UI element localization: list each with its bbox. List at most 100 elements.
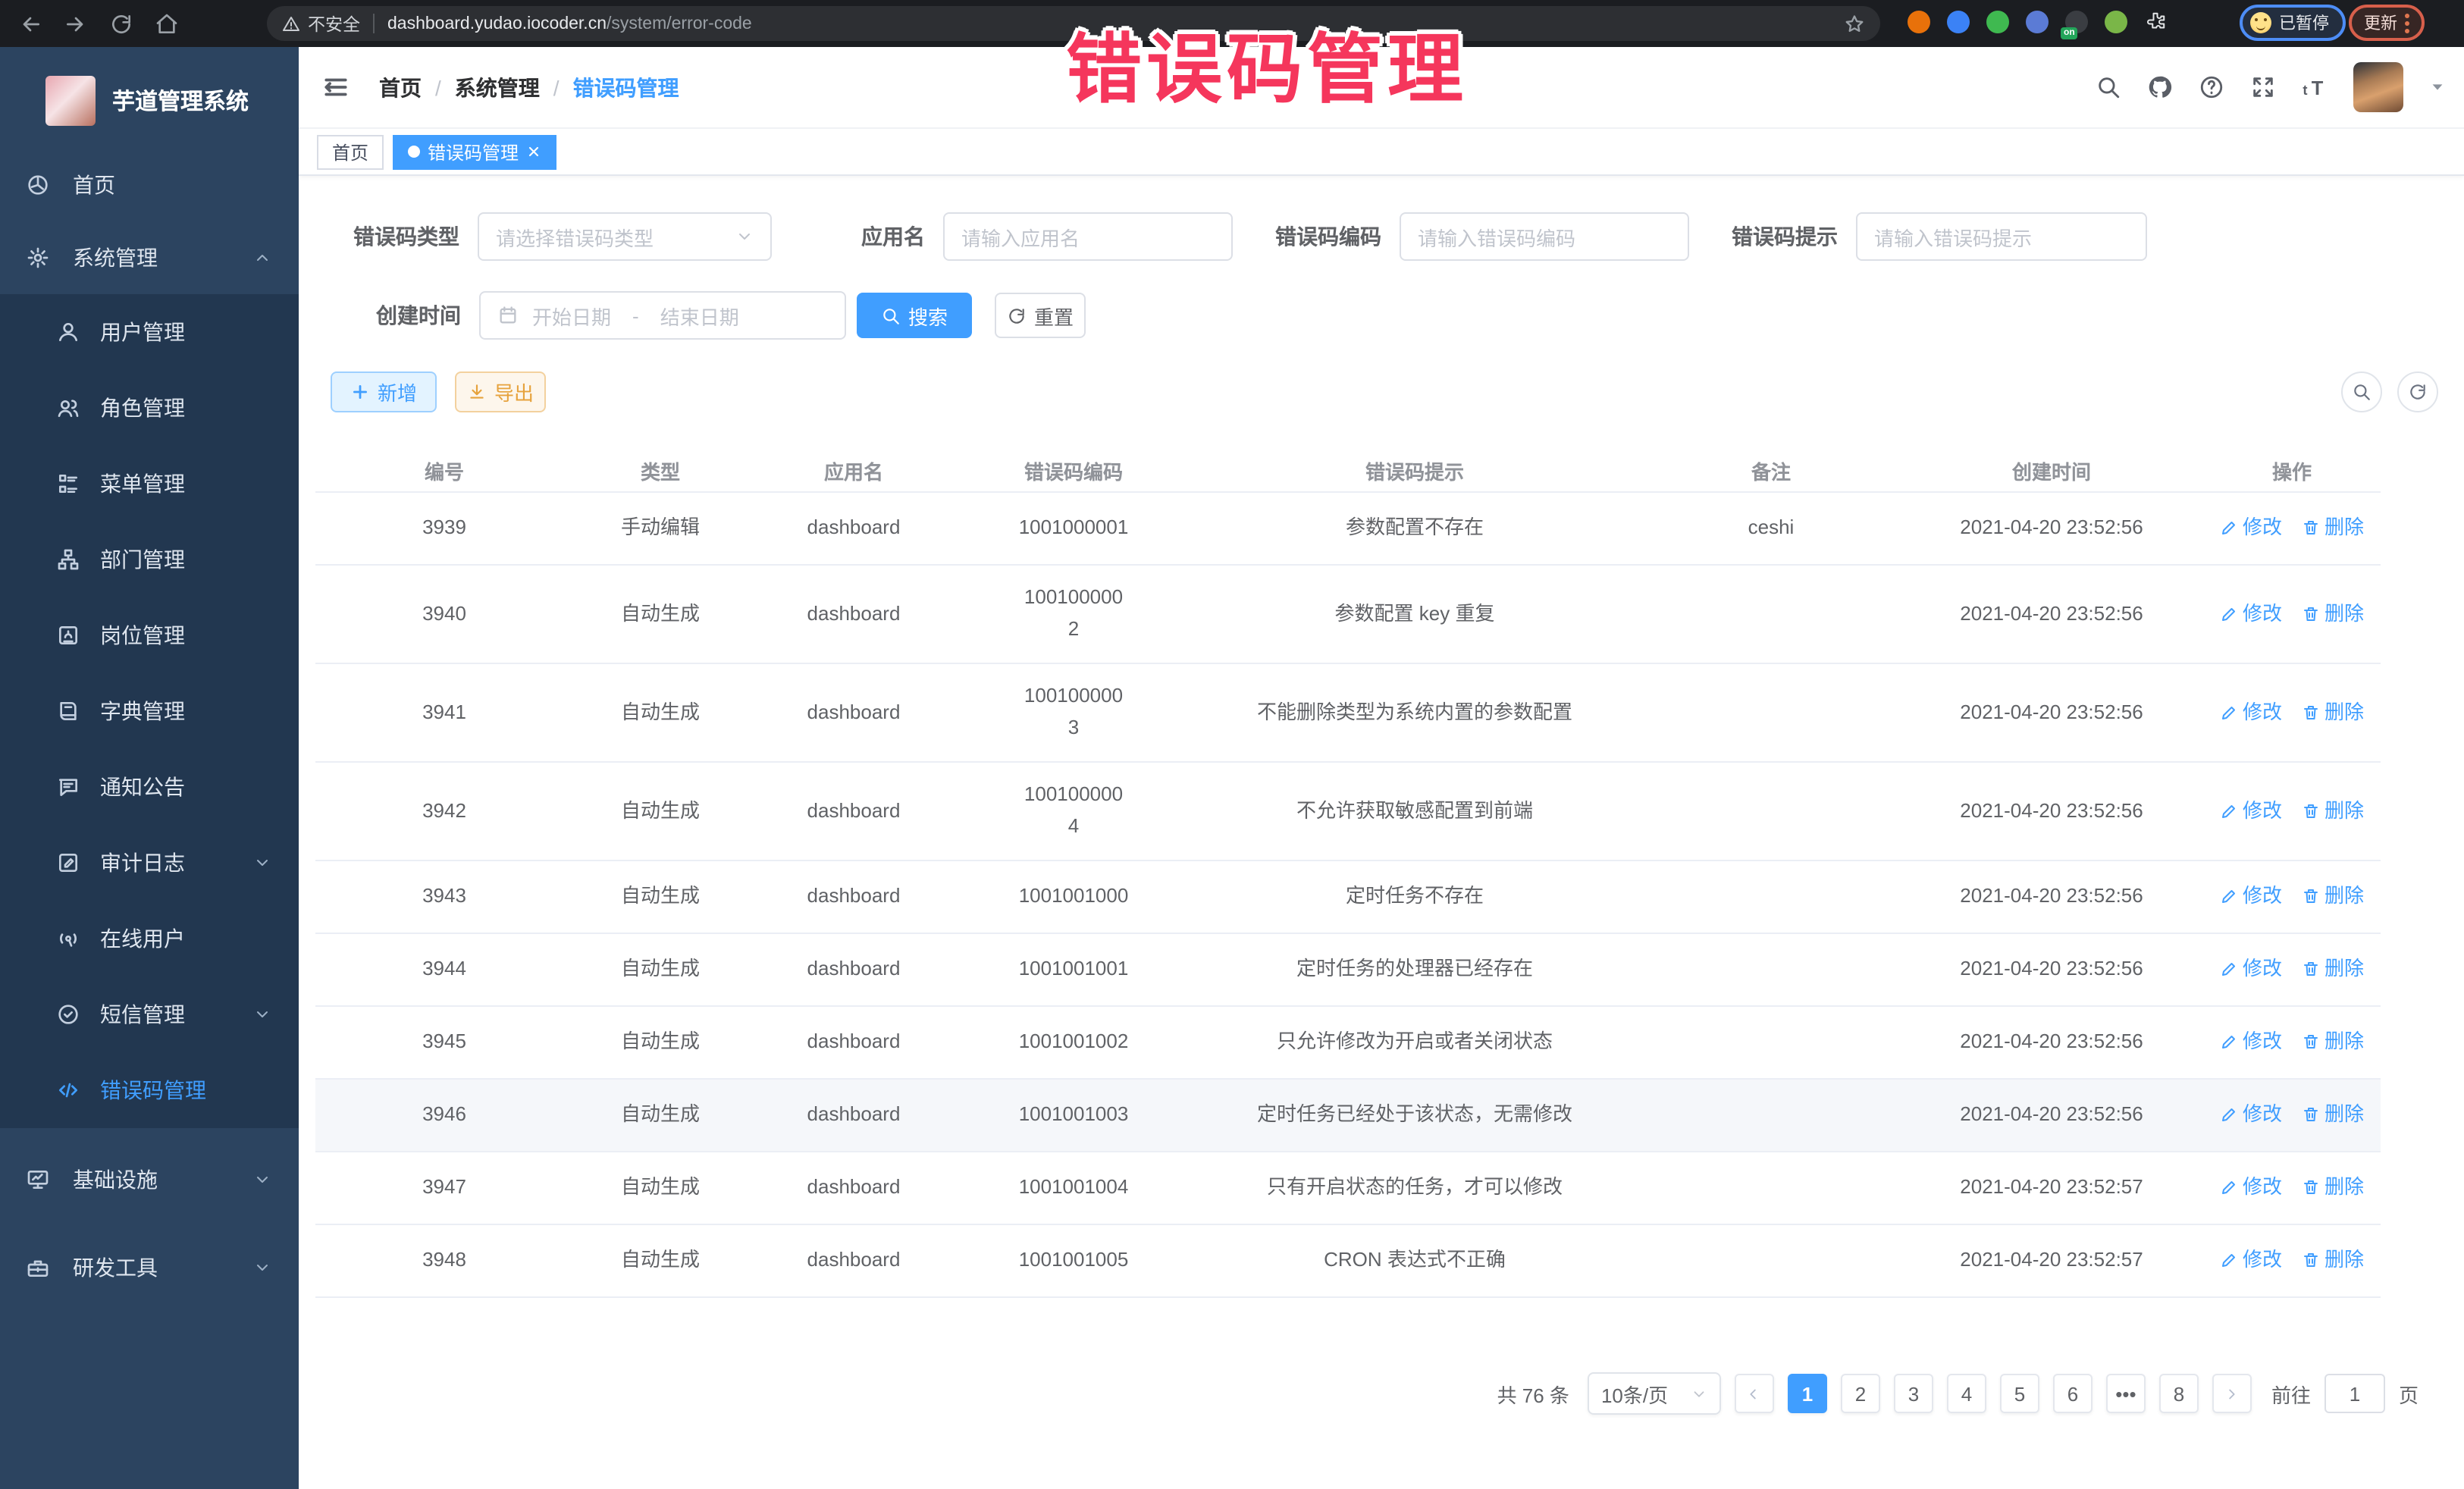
prev-page-button[interactable]	[1735, 1374, 1774, 1413]
page-button-1[interactable]: 1	[1788, 1374, 1827, 1413]
sidebar-item-岗位管理[interactable]: 岗位管理	[0, 597, 299, 673]
edit-link[interactable]: 修改	[2220, 1099, 2282, 1131]
page-button-4[interactable]: 4	[1947, 1374, 1986, 1413]
edit-icon	[2220, 1179, 2238, 1197]
search-icon[interactable]	[2096, 74, 2121, 100]
trash-icon	[2302, 802, 2320, 820]
sidebar-item-通知公告[interactable]: 通知公告	[0, 749, 299, 825]
sidebar-item-系统管理[interactable]: 系统管理	[0, 221, 299, 294]
export-button[interactable]: 导出	[455, 371, 546, 412]
extension-orange-icon[interactable]	[1908, 11, 1930, 33]
extension-row: on	[1908, 11, 2167, 33]
app-name-input[interactable]: 请输入应用名	[943, 212, 1233, 261]
help-icon[interactable]	[2199, 74, 2224, 100]
cell-app: dashboard	[748, 598, 960, 630]
update-button[interactable]: 更新	[2349, 5, 2425, 41]
edit-link[interactable]: 修改	[2220, 1172, 2282, 1204]
bookmark-star-icon[interactable]	[1844, 13, 1865, 34]
extension-grid-icon[interactable]	[2026, 11, 2049, 33]
goto-page-input[interactable]: 1	[2324, 1374, 2385, 1413]
breadcrumb-item[interactable]: 首页	[379, 72, 422, 102]
edit-link[interactable]: 修改	[2220, 954, 2282, 986]
delete-link[interactable]: 删除	[2302, 598, 2364, 630]
sidebar-item-部门管理[interactable]: 部门管理	[0, 522, 299, 597]
sidebar-item-基础设施[interactable]: 基础设施	[0, 1143, 299, 1216]
sidebar-item-在线用户[interactable]: 在线用户	[0, 901, 299, 976]
user-icon	[56, 320, 80, 344]
page-button-8[interactable]: 8	[2159, 1374, 2199, 1413]
sidebar-item-错误码管理[interactable]: 错误码管理	[0, 1052, 299, 1128]
github-icon[interactable]	[2147, 74, 2173, 100]
forward-icon[interactable]	[64, 11, 88, 36]
delete-link[interactable]: 删除	[2302, 697, 2364, 729]
search-button[interactable]: 搜索	[857, 293, 972, 338]
sidebar-logo[interactable]: 芋道管理系统	[0, 47, 299, 135]
error-code-input[interactable]: 请输入错误码编码	[1400, 212, 1689, 261]
reload-icon[interactable]	[109, 11, 133, 36]
delete-link[interactable]: 删除	[2302, 881, 2364, 913]
delete-link-label: 删除	[2324, 1172, 2364, 1204]
delete-link[interactable]: 删除	[2302, 1245, 2364, 1277]
edit-link[interactable]: 修改	[2220, 795, 2282, 827]
extension-key-icon[interactable]	[2105, 11, 2127, 33]
sidebar-item-审计日志[interactable]: 审计日志	[0, 825, 299, 901]
user-avatar[interactable]	[2353, 62, 2403, 112]
refresh-table-button[interactable]	[2397, 371, 2438, 412]
pager-ellipsis[interactable]: •••	[2106, 1374, 2146, 1413]
page-button-6[interactable]: 6	[2053, 1374, 2093, 1413]
next-page-button[interactable]	[2212, 1374, 2252, 1413]
delete-link[interactable]: 删除	[2302, 513, 2364, 544]
page-button-2[interactable]: 2	[1841, 1374, 1880, 1413]
sidebar-item-用户管理[interactable]: 用户管理	[0, 294, 299, 370]
sidebar-submenu: 用户管理角色管理菜单管理部门管理岗位管理字典管理通知公告审计日志在线用户短信管理…	[0, 294, 299, 1128]
sidebar-item-角色管理[interactable]: 角色管理	[0, 370, 299, 446]
sidebar: 芋道管理系统 首页系统管理用户管理角色管理菜单管理部门管理岗位管理字典管理通知公…	[0, 47, 299, 1489]
toggle-search-button[interactable]	[2341, 371, 2382, 412]
page-button-5[interactable]: 5	[2000, 1374, 2039, 1413]
extension-switch-icon[interactable]: on	[2065, 11, 2088, 33]
sidebar-item-研发工具[interactable]: 研发工具	[0, 1231, 299, 1304]
tab-首页[interactable]: 首页	[317, 134, 384, 169]
breadcrumb-item[interactable]: 错误码管理	[573, 72, 679, 102]
delete-link[interactable]: 删除	[2302, 1027, 2364, 1058]
fullscreen-icon[interactable]	[2250, 74, 2276, 100]
kebab-menu-icon[interactable]	[2405, 13, 2409, 33]
edit-link[interactable]: 修改	[2220, 881, 2282, 913]
sidebar-item-菜单管理[interactable]: 菜单管理	[0, 446, 299, 522]
sidebar-item-首页[interactable]: 首页	[0, 149, 299, 221]
paused-extension-pill[interactable]: 已暂停	[2240, 5, 2346, 41]
sidebar-item-短信管理[interactable]: 短信管理	[0, 976, 299, 1052]
edit-link[interactable]: 修改	[2220, 598, 2282, 630]
cell-app: dashboard	[748, 1245, 960, 1277]
cell-actions: 修改删除	[2203, 697, 2381, 729]
edit-link[interactable]: 修改	[2220, 1245, 2282, 1277]
home-icon[interactable]	[155, 11, 179, 36]
error-hint-input[interactable]: 请输入错误码提示	[1856, 212, 2147, 261]
back-icon[interactable]	[18, 11, 42, 36]
edit-link[interactable]: 修改	[2220, 513, 2282, 544]
error-type-select[interactable]: 请选择错误码类型	[478, 212, 772, 261]
page-button-3[interactable]: 3	[1894, 1374, 1933, 1413]
font-size-icon[interactable]: tT	[2302, 74, 2328, 100]
delete-link[interactable]: 删除	[2302, 795, 2364, 827]
caret-down-icon[interactable]	[2429, 79, 2446, 96]
hamburger-icon[interactable]	[321, 73, 350, 102]
page-size-select[interactable]: 10条/页	[1588, 1372, 1721, 1415]
delete-link[interactable]: 删除	[2302, 1099, 2364, 1131]
tab-错误码管理[interactable]: 错误码管理	[393, 134, 556, 169]
extension-vue-devtools-icon[interactable]	[1986, 11, 2009, 33]
extensions-puzzle-icon[interactable]	[2144, 11, 2167, 33]
sidebar-item-字典管理[interactable]: 字典管理	[0, 673, 299, 749]
trash-icon	[2302, 961, 2320, 979]
delete-link[interactable]: 删除	[2302, 954, 2364, 986]
chevron-down-icon	[735, 227, 754, 246]
reset-button[interactable]: 重置	[995, 293, 1086, 338]
close-icon[interactable]	[526, 144, 541, 159]
breadcrumb-item[interactable]: 系统管理	[455, 72, 540, 102]
delete-link[interactable]: 删除	[2302, 1172, 2364, 1204]
date-range-input[interactable]: 开始日期 - 结束日期	[479, 291, 846, 340]
add-button[interactable]: 新增	[331, 371, 437, 412]
extension-gem-icon[interactable]	[1947, 11, 1970, 33]
edit-link[interactable]: 修改	[2220, 697, 2282, 729]
edit-link[interactable]: 修改	[2220, 1027, 2282, 1058]
